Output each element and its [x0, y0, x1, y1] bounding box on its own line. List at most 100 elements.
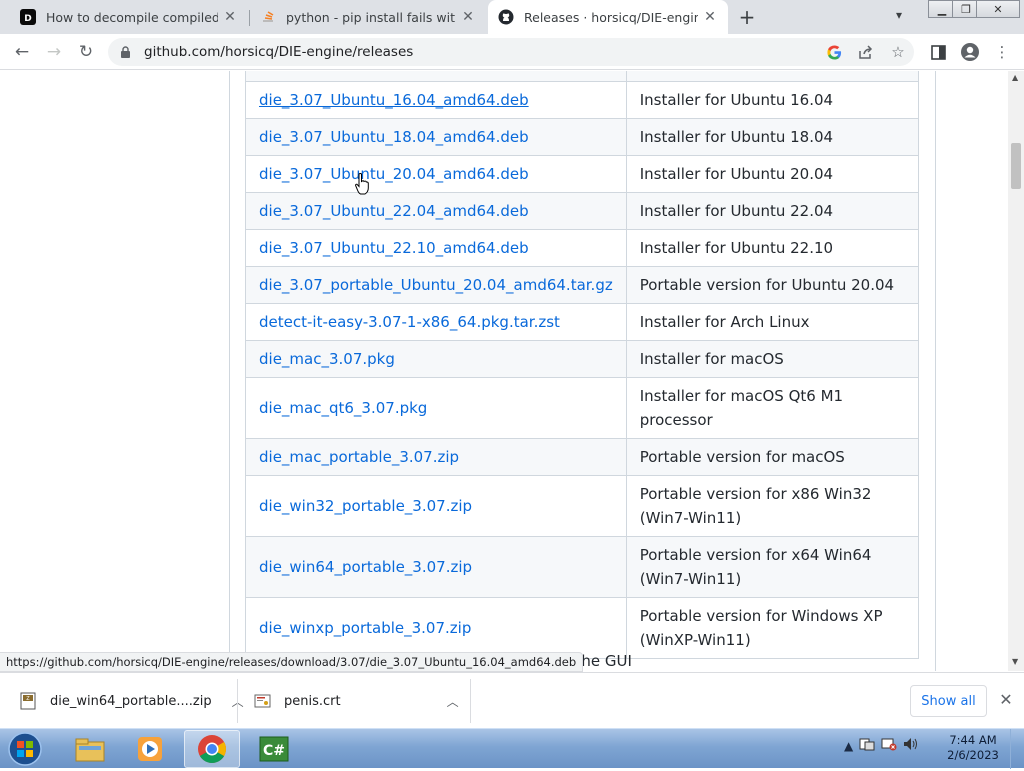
svg-text:Z: Z — [26, 696, 30, 702]
download-separator — [237, 679, 238, 723]
dev-icon: D — [20, 9, 36, 25]
system-tray: ▲ — [844, 737, 919, 754]
windows-taskbar: C# ▲ 7:44 AM 2/6/2023 — [0, 728, 1024, 769]
url-text: github.com/horsicq/DIE-engine/releases — [144, 44, 414, 60]
asset-description: Installer for macOS Qt6 M1 processor — [625, 377, 920, 439]
back-button[interactable]: ← — [10, 40, 34, 64]
asset-description: Installer for macOS — [625, 340, 920, 378]
asset-cell: die_3.07_Ubuntu_16.04_amd64.deb — [245, 81, 627, 119]
close-icon[interactable]: ✕ — [996, 689, 1016, 709]
show-desktop-button[interactable] — [1010, 729, 1024, 769]
table-row: die_3.07_Ubuntu_20.04_amd64.deb Installer… — [245, 155, 920, 193]
table-row: die_win32_portable_3.07.zip Portable vers… — [245, 475, 920, 537]
asset-download-link[interactable]: die_win64_portable_3.07.zip — [259, 558, 472, 576]
asset-download-link[interactable]: die_mac_qt6_3.07.pkg — [259, 399, 427, 417]
asset-cell: die_3.07_Ubuntu_18.04_amd64.deb — [245, 118, 627, 156]
tab-title: python - pip install fails with "co — [286, 9, 456, 25]
asset-description: Installer for Ubuntu 22.10 — [625, 229, 920, 267]
tab-search-chevron-icon[interactable]: ▾ — [896, 8, 902, 22]
asset-download-link[interactable]: detect-it-easy-3.07-1-x86_64.pkg.tar.zst — [259, 313, 560, 331]
table-row: die_3.07_portable_Ubuntu_20.04_amd64.tar… — [245, 266, 920, 304]
asset-download-link[interactable]: die_3.07_Ubuntu_22.10_amd64.deb — [259, 239, 529, 257]
asset-download-link[interactable]: die_win32_portable_3.07.zip — [259, 497, 472, 515]
tab-title: Releases · horsicq/DIE-engine — [524, 9, 698, 25]
action-center-icon[interactable] — [859, 737, 875, 754]
show-all-downloads-button[interactable]: Show all — [910, 685, 987, 717]
download-item-crt[interactable]: penis.crt ︿ — [254, 679, 459, 723]
close-window-button[interactable]: ✕ — [976, 0, 1020, 18]
tab-pip-install[interactable]: python - pip install fails with "co ✕ — [250, 0, 486, 34]
tab-decompile[interactable]: D How to decompile compiled .pyc ✕ — [10, 0, 248, 34]
table-row: die_3.07_Ubuntu_18.04_amd64.deb Installer… — [245, 118, 920, 156]
tab-strip: D How to decompile compiled .pyc ✕ pytho… — [0, 0, 1024, 34]
windows-start-button[interactable] — [4, 731, 46, 767]
volume-icon[interactable] — [903, 737, 919, 754]
table-row: die_win64_portable_3.07.zip Portable vers… — [245, 536, 920, 598]
new-tab-button[interactable]: + — [736, 5, 758, 29]
certificate-file-icon — [254, 694, 271, 708]
asset-description: Portable version for Ubuntu 20.04 — [625, 266, 920, 304]
svg-text:C#: C# — [263, 743, 285, 759]
asset-cell: die_winxp_portable_3.07.zip — [245, 597, 627, 659]
asset-description: Portable version for Windows XP (WinXP-W… — [625, 597, 920, 659]
profile-avatar-icon[interactable] — [960, 42, 980, 62]
browser-toolbar: ← → ↻ github.com/horsicq/DIE-engine/rele… — [0, 34, 1024, 70]
asset-cell: detect-it-easy-3.07-1-x86_64.pkg.tar.zst — [245, 303, 627, 341]
asset-cell: die_win32_portable_3.07.zip — [245, 475, 627, 537]
asset-description: Installer for Ubuntu 18.04 — [625, 118, 920, 156]
google-icon[interactable] — [824, 42, 844, 62]
asset-cell: die_3.07_Ubuntu_22.04_amd64.deb — [245, 192, 627, 230]
asset-description: Portable version for macOS — [625, 438, 920, 476]
asset-download-link[interactable]: die_3.07_Ubuntu_18.04_amd64.deb — [259, 128, 529, 146]
asset-download-link[interactable]: die_3.07_Ubuntu_16.04_amd64.deb — [259, 91, 529, 109]
explorer-taskbar-icon[interactable] — [62, 730, 118, 768]
asset-download-link[interactable]: die_3.07_Ubuntu_22.04_amd64.deb — [259, 202, 529, 220]
kebab-menu-icon[interactable]: ⋮ — [992, 42, 1012, 62]
asset-download-link[interactable]: die_winxp_portable_3.07.zip — [259, 619, 471, 637]
svg-text:D: D — [24, 14, 31, 24]
csharp-ide-taskbar-icon[interactable]: C# — [246, 730, 302, 768]
side-panel-icon[interactable] — [928, 42, 948, 62]
download-item-zip[interactable]: Z die_win64_portable....zip ︿ — [20, 679, 244, 723]
lock-icon[interactable] — [120, 45, 134, 59]
close-icon[interactable]: ✕ — [222, 9, 238, 25]
scroll-up-arrow-icon[interactable]: ▲ — [1012, 73, 1018, 82]
github-icon — [498, 9, 514, 25]
media-player-taskbar-icon[interactable] — [122, 730, 178, 768]
table-row: die_3.07_Ubuntu_22.04_amd64.deb Installer… — [245, 192, 920, 230]
asset-download-link[interactable]: die_mac_3.07.pkg — [259, 350, 395, 368]
scroll-down-arrow-icon[interactable]: ▼ — [1012, 657, 1018, 666]
address-bar[interactable]: github.com/horsicq/DIE-engine/releases — [108, 38, 914, 66]
forward-button[interactable]: → — [42, 40, 66, 64]
asset-download-link[interactable]: die_3.07_portable_Ubuntu_20.04_amd64.tar… — [259, 276, 613, 294]
asset-cell: die_mac_3.07.pkg — [245, 340, 627, 378]
asset-cell: die_3.07_Ubuntu_22.10_amd64.deb — [245, 229, 627, 267]
close-icon[interactable]: ✕ — [460, 9, 476, 25]
tray-expand-icon[interactable]: ▲ — [844, 739, 853, 753]
asset-cell: die_mac_portable_3.07.zip — [245, 438, 627, 476]
clock-date: 2/6/2023 — [947, 748, 999, 762]
asset-download-link[interactable]: die_mac_portable_3.07.zip — [259, 448, 459, 466]
chrome-taskbar-icon[interactable] — [184, 730, 240, 768]
downloads-bar: Z die_win64_portable....zip ︿ penis.crt … — [0, 672, 1024, 728]
content-border-right — [935, 71, 936, 671]
tab-releases[interactable]: Releases · horsicq/DIE-engine ✕ — [488, 0, 728, 34]
asset-cell: die_mac_qt6_3.07.pkg — [245, 377, 627, 439]
taskbar-clock[interactable]: 7:44 AM 2/6/2023 — [944, 733, 1002, 763]
download-filename: penis.crt — [284, 693, 341, 709]
download-filename: die_win64_portable....zip — [50, 693, 212, 709]
reload-button[interactable]: ↻ — [74, 40, 98, 64]
vertical-scrollbar[interactable]: ▲ ▼ — [1008, 71, 1024, 671]
table-row: die_winxp_portable_3.07.zip Portable vers… — [245, 597, 920, 659]
link-status-bubble: https://github.com/horsicq/DIE-engine/re… — [0, 652, 584, 672]
network-icon[interactable] — [881, 737, 897, 754]
share-icon[interactable] — [856, 42, 876, 62]
asset-description: Portable version for x64 Win64 (Win7-Win… — [625, 536, 920, 598]
asset-cell: die_win64_portable_3.07.zip — [245, 536, 627, 598]
bookmark-star-icon[interactable]: ☆ — [888, 42, 908, 62]
asset-download-link[interactable]: die_3.07_Ubuntu_20.04_amd64.deb — [259, 165, 529, 183]
asset-description: Installer for Arch Linux — [625, 303, 920, 341]
chevron-up-icon[interactable]: ︿ — [447, 693, 459, 710]
close-icon[interactable]: ✕ — [702, 9, 718, 25]
scrollbar-thumb[interactable] — [1011, 143, 1021, 189]
